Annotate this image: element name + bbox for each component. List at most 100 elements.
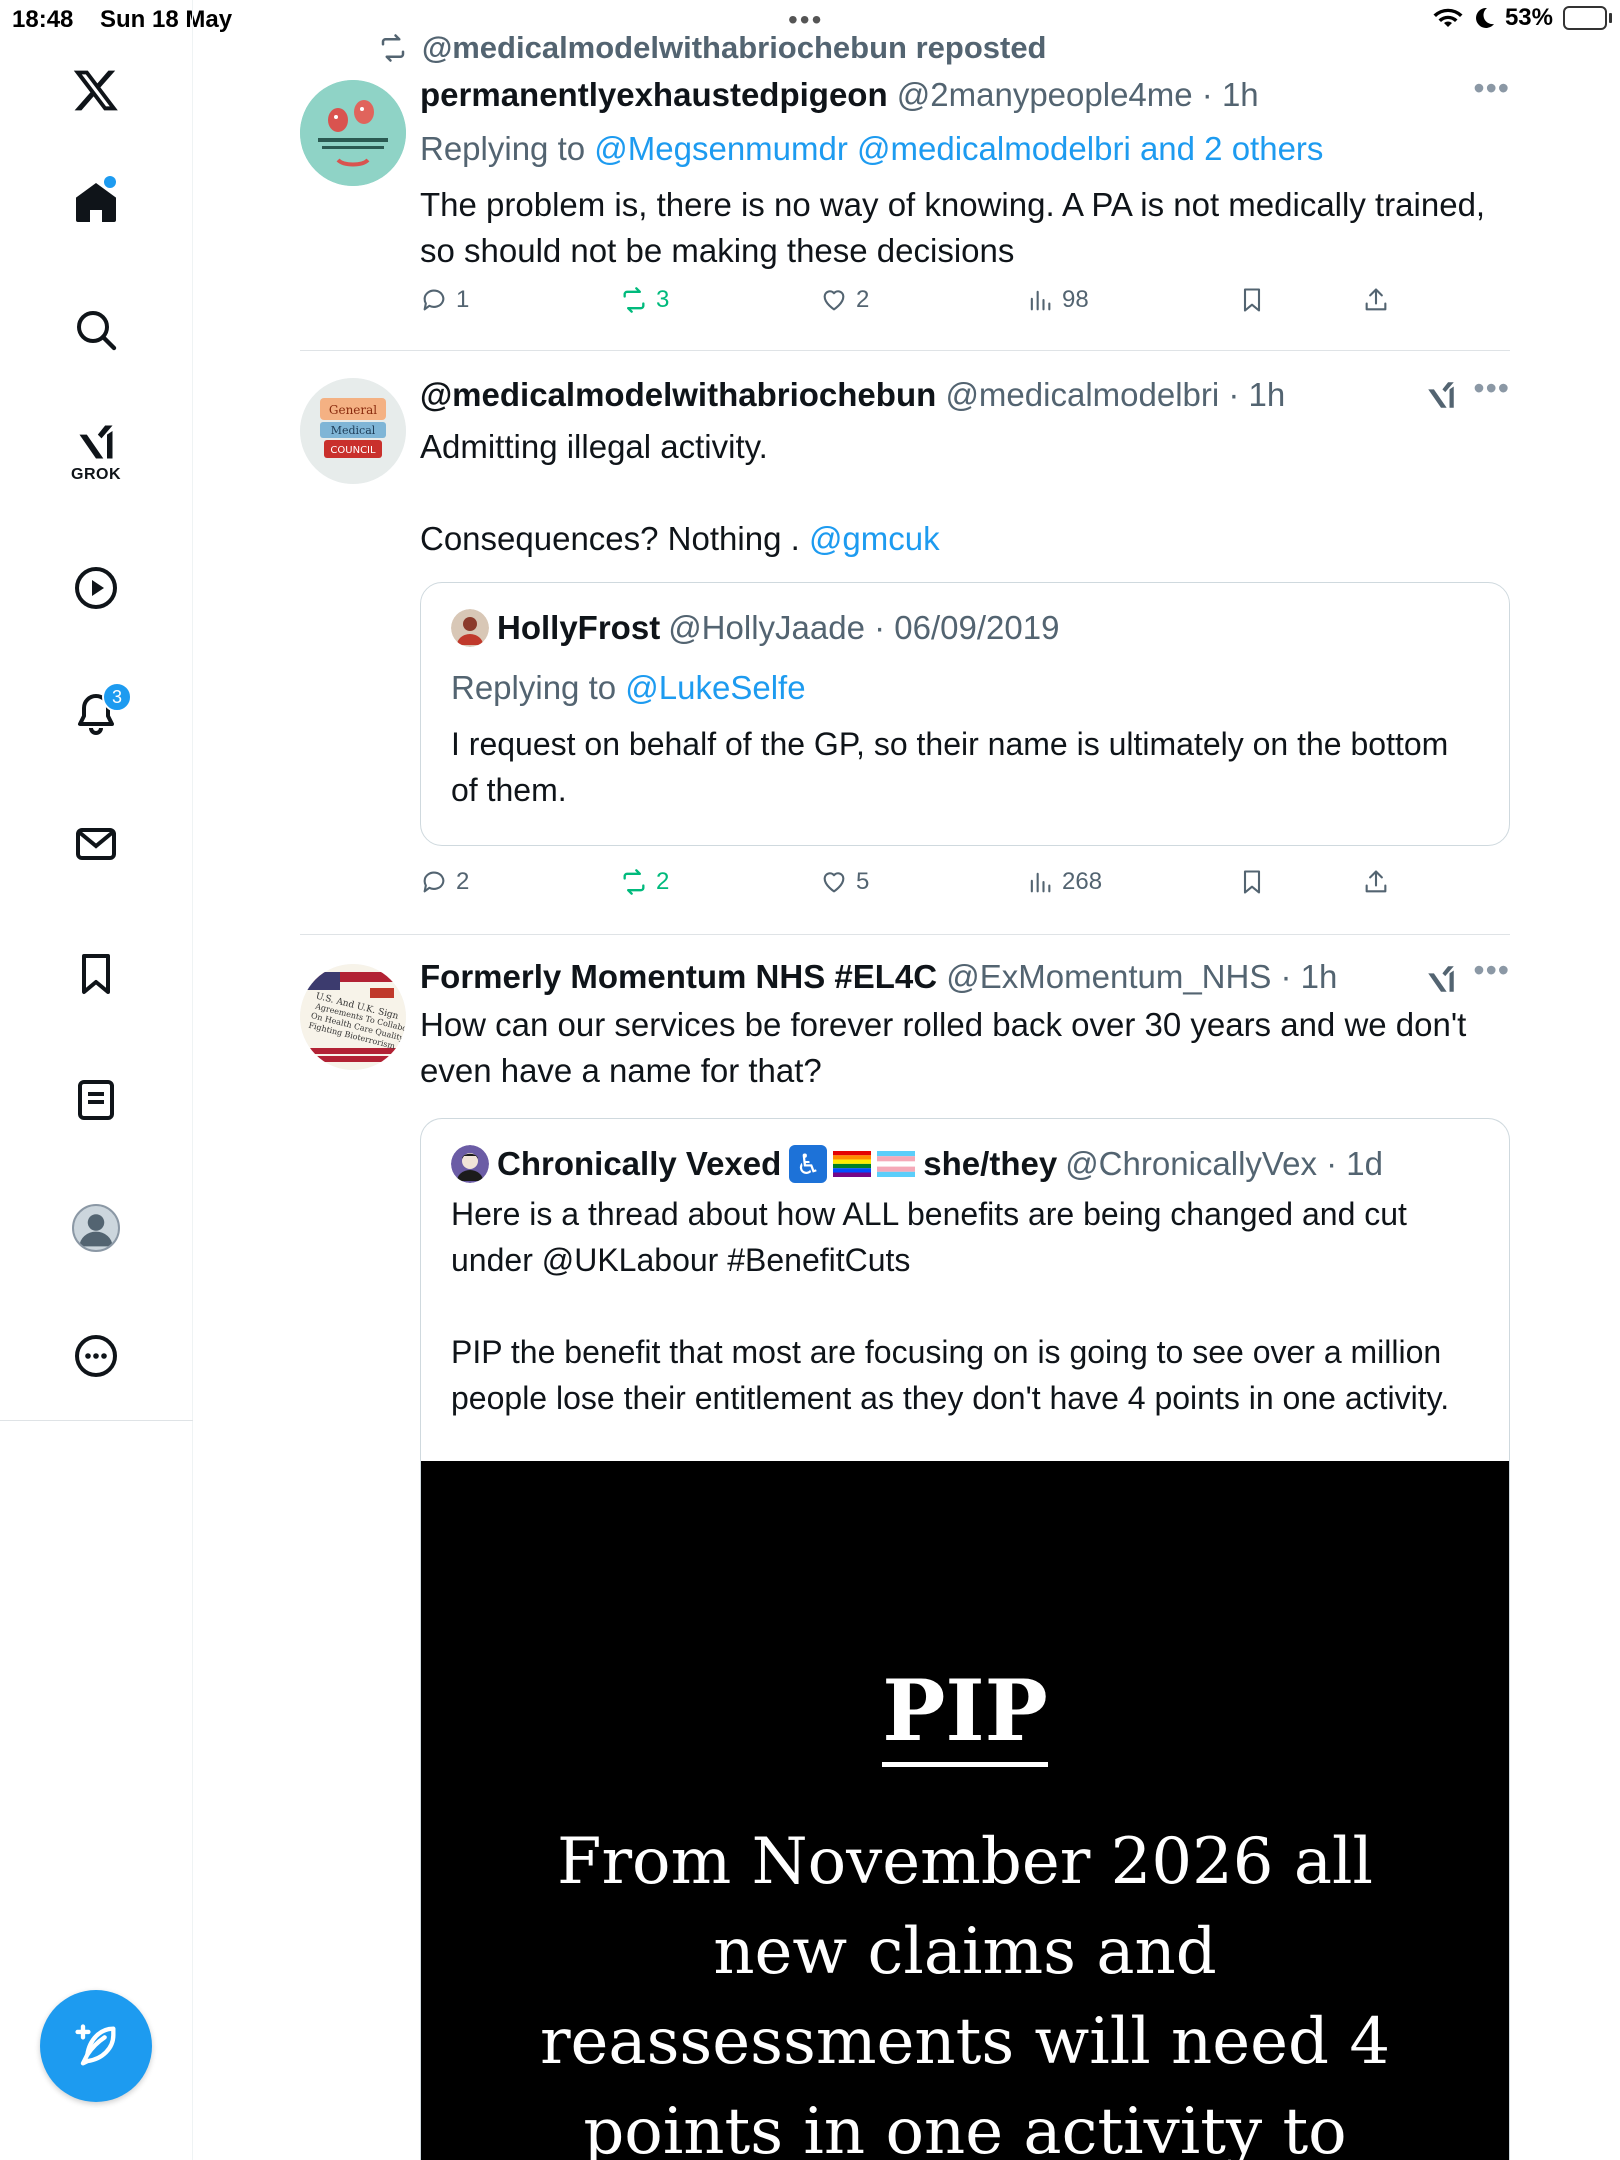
notifications-badge: 3 [102, 682, 132, 712]
grok-label: GROK [71, 466, 121, 483]
reply-icon [423, 289, 445, 311]
quoted-display-name[interactable]: HollyFrost [497, 609, 660, 647]
x-logo-link[interactable] [56, 50, 136, 130]
tweet-divider [300, 350, 1510, 351]
avatar[interactable]: U.S. And U.K. Sign Agreements To Collabo… [300, 964, 406, 1070]
quoted-handle-time[interactable]: @HollyJaade · 06/09/2019 [668, 609, 1059, 647]
nav-bookmarks[interactable] [56, 934, 136, 1014]
views-chart-icon [1030, 872, 1051, 893]
repost-icon [381, 34, 405, 62]
nav-more[interactable] [56, 1316, 136, 1396]
views-button[interactable]: 98 [1026, 286, 1089, 314]
envelope-icon [76, 828, 116, 860]
avatar[interactable]: General Medical COUNCIL [300, 378, 406, 484]
like-button[interactable]: 5 [820, 868, 869, 896]
nav-home[interactable] [56, 162, 136, 242]
views-chart-icon [1030, 290, 1051, 311]
quoted-tweet[interactable]: Chronically Vexed ♿ she/they @Chronicall… [420, 1118, 1510, 2160]
view-count: 98 [1062, 286, 1089, 313]
name-emoji-flags: ♿ [789, 1145, 916, 1183]
nav-profile[interactable] [56, 1188, 136, 1268]
tweet[interactable]: permanentlyexhaustedpigeon @2manypeople4… [300, 70, 1510, 338]
more-options-icon[interactable]: ••• [1473, 70, 1510, 107]
tweet-header: Formerly Momentum NHS #EL4C @ExMomentum_… [420, 958, 1337, 996]
replying-to: Replying to @Megsenmumdr @medicalmodelbr… [420, 130, 1324, 167]
sidebar-nav: GROK 3 [0, 0, 193, 2160]
share-button[interactable] [1362, 868, 1390, 896]
display-name[interactable]: permanentlyexhaustedpigeon [420, 76, 888, 113]
play-circle-icon [75, 567, 117, 609]
nav-explore[interactable] [56, 290, 136, 370]
quoted-replying-to: Replying to @LukeSelfe [451, 669, 806, 706]
tweet-header: @medicalmodelwithabriochebun @medicalmod… [420, 376, 1285, 414]
quoted-display-name[interactable]: Chronically Vexed [497, 1145, 781, 1183]
trans-flag-icon [877, 1151, 916, 1177]
bookmark-icon [1243, 288, 1261, 312]
tweet[interactable]: General Medical COUNCIL @medicalmodelwit… [300, 370, 1510, 928]
tweet-text-line2: Consequences? Nothing . @gmcuk [420, 520, 940, 557]
handle-time[interactable]: @ExMomentum_NHS · 1h [946, 958, 1337, 995]
quoted-replying-handle[interactable]: @LukeSelfe [625, 669, 805, 706]
views-button[interactable]: 268 [1026, 868, 1102, 896]
us-uk-avatar-icon: U.S. And U.K. Sign Agreements To Collabo… [300, 964, 406, 1070]
repost-button[interactable]: 3 [620, 286, 669, 314]
repost-button[interactable]: 2 [620, 868, 669, 896]
repost-count: 3 [656, 286, 670, 313]
list-icon [78, 1080, 114, 1120]
more-options-icon[interactable]: ••• [1473, 952, 1510, 989]
nav-video[interactable] [56, 548, 136, 628]
repost-banner[interactable]: @medicalmodelwithabriochebun reposted [378, 30, 1047, 66]
repost-icon [623, 869, 645, 895]
share-button[interactable] [1362, 286, 1390, 314]
tweet-actions: 1 3 2 98 [420, 286, 1510, 326]
quoted-tweet[interactable]: HollyFrost @HollyJaade · 06/09/2019 Repl… [420, 582, 1510, 846]
nav-notifications[interactable]: 3 [56, 674, 136, 754]
reply-count: 1 [456, 286, 470, 313]
quoted-avatar[interactable] [451, 1145, 489, 1183]
more-options-icon[interactable]: ••• [1473, 370, 1510, 407]
bookmark-button[interactable] [1238, 286, 1266, 314]
more-circle-icon [75, 1335, 117, 1377]
nav-messages[interactable] [56, 804, 136, 884]
like-button[interactable]: 2 [820, 286, 869, 314]
display-name[interactable]: Formerly Momentum NHS #EL4C [420, 958, 937, 995]
gmc-avatar-icon: General Medical COUNCIL [300, 378, 406, 484]
display-name[interactable]: @medicalmodelwithabriochebun [420, 376, 936, 413]
tweet-actions: 2 2 5 268 [420, 868, 1510, 908]
tweet[interactable]: U.S. And U.K. Sign Agreements To Collabo… [300, 952, 1510, 2160]
grok-icon[interactable] [1424, 378, 1458, 412]
quoted-avatar[interactable] [451, 609, 489, 647]
tweet-header: permanentlyexhaustedpigeon @2manypeople4… [420, 76, 1259, 114]
quoted-media-image[interactable]: PIP From November 2026 all new claims an… [421, 1461, 1509, 2160]
timeline: @medicalmodelwithabriochebun reposted pe… [194, 0, 1620, 2160]
quoted-handle-time[interactable]: @ChronicallyVex · 1d [1065, 1145, 1383, 1183]
repost-count: 2 [656, 868, 670, 895]
avatar[interactable] [300, 80, 406, 186]
replying-to-handles[interactable]: @Megsenmumdr @medicalmodelbri and 2 othe… [594, 130, 1323, 167]
tweet-divider [300, 934, 1510, 935]
compose-button[interactable] [40, 1990, 152, 2102]
nav-grok[interactable]: GROK [56, 412, 136, 492]
reply-button[interactable]: 2 [420, 868, 469, 896]
nav-lists[interactable] [56, 1060, 136, 1140]
bookmark-icon [1243, 870, 1261, 894]
quoted-text: I request on behalf of the GP, so their … [451, 726, 1449, 808]
mention-link[interactable]: @gmcuk [809, 520, 940, 557]
rainbow-flag-icon [833, 1151, 872, 1177]
repost-icon [623, 287, 645, 313]
image-title: PIP [421, 1661, 1509, 1767]
tweet-text: The problem is, there is no way of knowi… [420, 186, 1486, 269]
reply-button[interactable]: 1 [420, 286, 469, 314]
svg-text:General: General [329, 403, 377, 417]
quoted-tweet-header: Chronically Vexed ♿ she/they @Chronicall… [451, 1145, 1383, 1183]
handle-time[interactable]: @medicalmodelbri · 1h [945, 376, 1285, 413]
wheelchair-icon: ♿ [789, 1145, 828, 1183]
compose-feather-icon [75, 2024, 116, 2066]
bookmark-button[interactable] [1238, 868, 1266, 896]
svg-text:Medical: Medical [331, 424, 376, 437]
svg-text:COUNCIL: COUNCIL [330, 445, 376, 456]
quoted-text-paragraph-2: PIP the benefit that most are focusing o… [451, 1334, 1450, 1416]
grok-icon[interactable] [1424, 962, 1458, 996]
handle-time[interactable]: @2manypeople4me · 1h [897, 76, 1259, 113]
quoted-pronouns: she/they [923, 1145, 1058, 1182]
